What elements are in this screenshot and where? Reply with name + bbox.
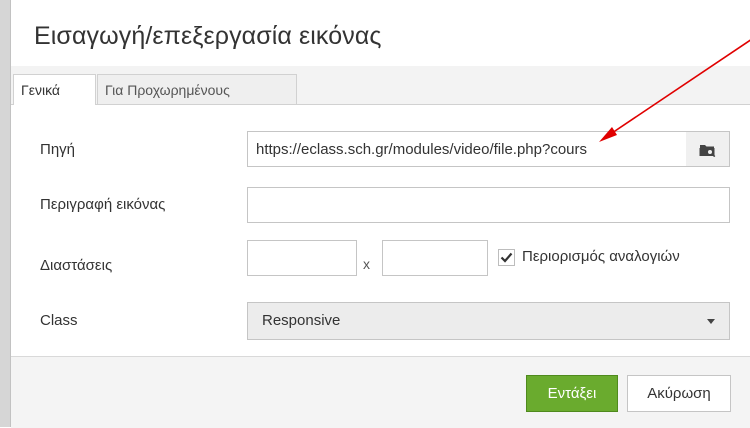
height-input[interactable] bbox=[382, 240, 488, 276]
tab-general[interactable]: Γενικά bbox=[13, 74, 96, 105]
constrain-proportions-checkbox[interactable] bbox=[498, 249, 515, 266]
window-left-edge bbox=[0, 0, 11, 427]
description-label: Περιγραφή εικόνας bbox=[40, 196, 166, 213]
folder-search-icon bbox=[699, 145, 716, 157]
cancel-button[interactable]: Ακύρωση bbox=[627, 375, 731, 412]
tab-advanced[interactable]: Για Προχωρημένους bbox=[97, 74, 297, 104]
dialog-footer: Εντάξει Ακύρωση bbox=[11, 356, 750, 428]
ok-button[interactable]: Εντάξει bbox=[526, 375, 618, 412]
constrain-proportions-label: Περιορισμός αναλογιών bbox=[522, 248, 680, 265]
class-select[interactable]: Responsive bbox=[247, 302, 730, 340]
source-url-input[interactable] bbox=[247, 131, 687, 167]
dimensions-label: Διαστάσεις bbox=[40, 257, 113, 274]
class-selected-value: Responsive bbox=[262, 312, 341, 329]
caret-down-icon bbox=[707, 319, 715, 324]
image-dialog: Εισαγωγή/επεξεργασία εικόνας Γενικά Για … bbox=[11, 0, 750, 428]
description-input[interactable] bbox=[247, 187, 730, 223]
class-label: Class bbox=[40, 312, 78, 329]
checkmark-icon bbox=[500, 252, 513, 263]
times-symbol: x bbox=[363, 256, 370, 272]
width-input[interactable] bbox=[247, 240, 357, 276]
source-label: Πηγή bbox=[40, 141, 76, 158]
tab-bar: Γενικά Για Προχωρημένους bbox=[11, 66, 750, 105]
dialog-title: Εισαγωγή/επεξεργασία εικόνας bbox=[34, 22, 382, 50]
browse-button[interactable] bbox=[686, 131, 730, 167]
